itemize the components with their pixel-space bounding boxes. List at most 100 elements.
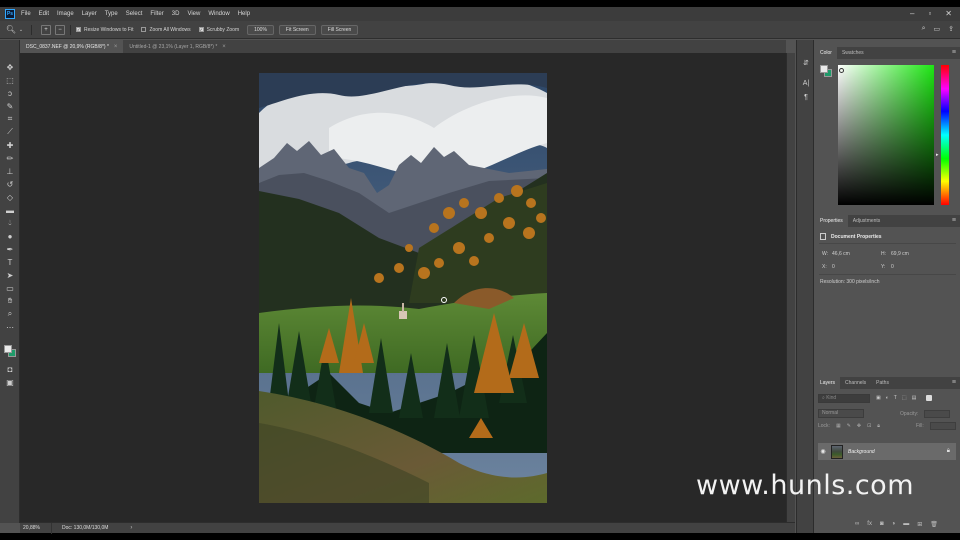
dodge-tool-icon[interactable]: ● bbox=[5, 231, 15, 241]
menu-type[interactable]: Type bbox=[105, 11, 118, 17]
layer-mask-icon[interactable]: ◙ bbox=[880, 521, 884, 528]
panel-menu-icon[interactable]: ≡ bbox=[952, 49, 956, 56]
maximize-icon[interactable]: ▫ bbox=[928, 9, 931, 18]
lock-icon[interactable]: 🔒︎ bbox=[947, 448, 950, 455]
height-value[interactable]: 69,9 cm bbox=[891, 251, 909, 257]
tab-swatches[interactable]: Swatches bbox=[837, 47, 869, 59]
lock-paint-icon[interactable]: ✎ bbox=[847, 423, 851, 429]
opacity-input[interactable] bbox=[924, 409, 951, 418]
tab-adjustments[interactable]: Adjustments bbox=[848, 215, 886, 227]
hue-slider[interactable] bbox=[941, 65, 949, 205]
blend-mode-select[interactable]: Normal bbox=[818, 409, 864, 418]
quick-mask-icon[interactable]: ◘ bbox=[5, 364, 15, 374]
tab-layers[interactable]: Layers bbox=[815, 377, 841, 389]
healing-brush-tool-icon[interactable]: ✚ bbox=[5, 140, 15, 150]
fill-input[interactable] bbox=[929, 422, 956, 430]
path-select-tool-icon[interactable]: ➤ bbox=[5, 270, 15, 280]
canvas-area[interactable] bbox=[20, 53, 786, 522]
clone-stamp-tool-icon[interactable]: ⊥ bbox=[5, 166, 15, 176]
status-menu-arrow[interactable]: › bbox=[130, 525, 132, 531]
menu-image[interactable]: Image bbox=[57, 11, 74, 17]
pixel-filter-icon[interactable]: ▣ bbox=[876, 395, 881, 401]
layer-kind-filter[interactable]: ⌕ Kind bbox=[818, 393, 870, 403]
lock-artboard-icon[interactable]: ⊡ bbox=[867, 423, 871, 429]
lasso-tool-icon[interactable]: ↄ bbox=[5, 88, 15, 98]
search-icon[interactable]: ⌕ bbox=[922, 25, 926, 33]
lock-pixels-icon[interactable]: ▦ bbox=[836, 423, 841, 429]
layer-row-background[interactable]: ◉ Background 🔒︎ bbox=[818, 443, 956, 460]
vertical-scrollbar[interactable] bbox=[786, 53, 795, 522]
resize-windows-checkbox[interactable]: ✓ Resize Windows to Fit bbox=[76, 27, 133, 33]
share-icon[interactable]: ⇪ bbox=[948, 25, 954, 33]
menu-edit[interactable]: Edit bbox=[39, 11, 49, 17]
menu-view[interactable]: View bbox=[187, 11, 200, 17]
more-tools-icon[interactable]: ⋯ bbox=[5, 322, 15, 332]
link-layers-icon[interactable]: ∞ bbox=[855, 521, 859, 528]
close-icon[interactable]: × bbox=[114, 44, 118, 50]
menu-help[interactable]: Help bbox=[238, 11, 250, 17]
fill-screen-button[interactable]: Fill Screen bbox=[320, 24, 359, 35]
checkbox-unchecked-icon[interactable] bbox=[141, 27, 147, 32]
close-icon[interactable]: × bbox=[222, 44, 226, 50]
gradient-tool-icon[interactable]: ▬ bbox=[5, 205, 15, 215]
chevron-down-icon[interactable]: ⌄ bbox=[16, 25, 26, 35]
foreground-color-swatch[interactable] bbox=[4, 345, 12, 353]
menu-file[interactable]: File bbox=[21, 11, 31, 17]
menu-select[interactable]: Select bbox=[126, 11, 143, 17]
fit-screen-button[interactable]: Fit Screen bbox=[278, 24, 316, 35]
pen-tool-icon[interactable]: ✒ bbox=[5, 244, 15, 254]
layer-style-icon[interactable]: fx bbox=[867, 521, 872, 528]
smart-object-filter-icon[interactable]: ▤ bbox=[912, 395, 917, 401]
shape-filter-icon[interactable]: ⬚ bbox=[902, 395, 907, 401]
blur-tool-icon[interactable]: 💧︎ bbox=[5, 218, 15, 228]
shape-tool-icon[interactable]: ▭ bbox=[5, 283, 15, 293]
crop-tool-icon[interactable]: ⌗ bbox=[5, 114, 15, 124]
tab-dsc-0837[interactable]: DSC_0837.NEF @ 20,9% (RGB/8*) * × bbox=[20, 40, 124, 53]
zoom-tool-icon[interactable]: 🔍︎ bbox=[6, 25, 16, 35]
eraser-tool-icon[interactable]: ◇ bbox=[5, 192, 15, 202]
character-icon[interactable]: A| bbox=[801, 78, 811, 88]
zoom-tool-icon[interactable]: ⌕ bbox=[5, 309, 15, 319]
quick-select-tool-icon[interactable]: ✎ bbox=[5, 101, 15, 111]
paragraph-icon[interactable]: ¶ bbox=[801, 92, 811, 102]
y-value[interactable]: 0 bbox=[891, 264, 894, 270]
width-value[interactable]: 46,6 cm bbox=[832, 251, 850, 257]
zoom-level[interactable]: 20,88% bbox=[20, 522, 52, 534]
checkbox-checked-icon[interactable]: ✓ bbox=[76, 27, 81, 32]
lock-position-icon[interactable]: ✥ bbox=[857, 423, 861, 429]
new-layer-icon[interactable]: ⊞ bbox=[917, 521, 922, 528]
menu-filter[interactable]: Filter bbox=[150, 11, 163, 17]
move-tool-icon[interactable]: ✥ bbox=[5, 62, 15, 72]
tab-color[interactable]: Color bbox=[815, 47, 837, 59]
hand-tool-icon[interactable]: ✋︎ bbox=[5, 296, 15, 306]
menu-window[interactable]: Window bbox=[208, 11, 229, 17]
document-image[interactable] bbox=[259, 73, 547, 503]
zoom-100-button[interactable]: 100% bbox=[247, 24, 274, 35]
layer-name[interactable]: Background bbox=[848, 449, 875, 455]
tab-untitled-1[interactable]: Untitled-1 @ 23,1% (Layer 1, RGB/8*) * × bbox=[123, 40, 231, 53]
checkbox-checked-icon[interactable]: ✓ bbox=[198, 27, 204, 32]
color-cursor-icon[interactable] bbox=[839, 68, 844, 73]
close-icon[interactable]: ✕ bbox=[945, 9, 952, 18]
saturation-brightness-field[interactable] bbox=[838, 65, 934, 205]
scrubby-zoom-checkbox[interactable]: ✓ Scrubby Zoom bbox=[198, 27, 239, 33]
adjustment-layer-icon[interactable]: ◑ bbox=[892, 521, 896, 528]
screen-mode-icon[interactable]: ▣ bbox=[5, 377, 15, 387]
tab-channels[interactable]: Channels bbox=[840, 377, 871, 389]
tab-properties[interactable]: Properties bbox=[815, 215, 848, 227]
workspace-icon[interactable]: ▭ bbox=[934, 25, 941, 33]
type-tool-icon[interactable]: T bbox=[5, 257, 15, 267]
visibility-eye-icon[interactable]: ◉ bbox=[818, 448, 828, 455]
hue-caret-icon[interactable]: ▸ bbox=[936, 152, 939, 158]
tab-paths[interactable]: Paths bbox=[871, 377, 894, 389]
zoom-in-icon[interactable]: + bbox=[41, 24, 51, 35]
panel-menu-icon[interactable]: ≡ bbox=[952, 379, 956, 386]
menu-layer[interactable]: Layer bbox=[82, 11, 97, 17]
brush-tool-icon[interactable]: ✏ bbox=[5, 153, 15, 163]
minimize-icon[interactable]: – bbox=[910, 9, 914, 18]
history-brush-tool-icon[interactable]: ↺ bbox=[5, 179, 15, 189]
adjustment-filter-icon[interactable]: ◐ bbox=[886, 395, 889, 401]
foreground-color-swatch[interactable] bbox=[820, 65, 828, 73]
lock-all-icon[interactable]: 🔒︎ bbox=[877, 423, 880, 429]
new-group-icon[interactable]: ▬ bbox=[903, 521, 909, 528]
